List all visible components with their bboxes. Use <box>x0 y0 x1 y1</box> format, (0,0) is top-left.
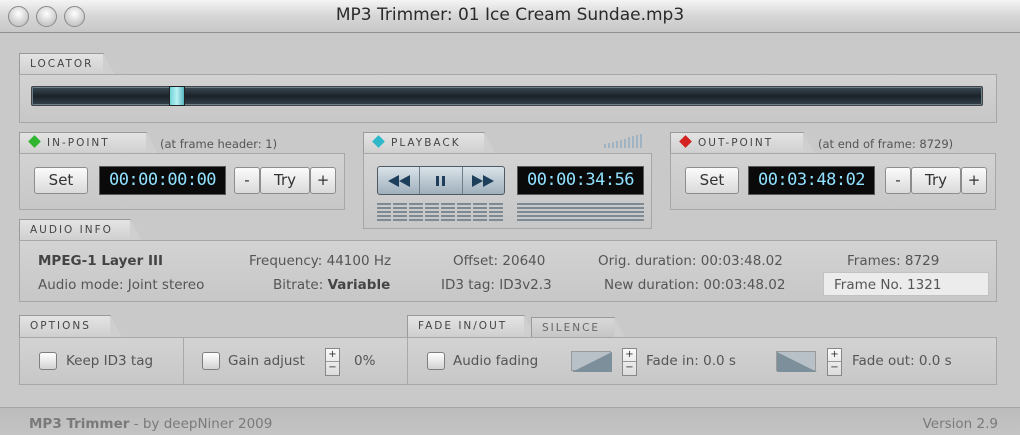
playback-time-display: 00:00:34:56 <box>517 166 644 195</box>
offset: Offset: 20640 <box>453 253 546 269</box>
id3-tag: ID3 tag: ID3v2.3 <box>441 277 552 293</box>
bitrate-value: Variable <box>327 277 391 293</box>
playback-panel: 00:00:34:56 <box>363 153 652 229</box>
transport-controls <box>377 166 505 195</box>
tab-locator: LOCATOR <box>19 53 116 75</box>
audio-format: MPEG-1 Layer III <box>38 253 164 269</box>
playback-tab-label: PLAYBACK <box>391 137 461 149</box>
fade-in-label: Fade in: 0.0 s <box>646 353 736 369</box>
footer-version: Version 2.9 <box>922 416 998 432</box>
tab-options: OPTIONS <box>19 315 122 337</box>
options-panel: Keep ID3 tag Gain adjust + − 0% Audio fad… <box>19 337 997 385</box>
audio-mode: Audio mode: Joint stereo <box>38 277 205 293</box>
out-point-note: (at end of frame: 8729) <box>818 137 954 151</box>
in-point-tab-label: IN-POINT <box>47 137 110 149</box>
tab-fade-in-out[interactable]: FADE IN/OUT <box>407 315 536 337</box>
locator-panel <box>19 74 997 123</box>
gain-stepper[interactable]: + − <box>325 348 340 376</box>
fade-in-stepper[interactable]: + − <box>622 348 637 376</box>
footer-by: - by deepNiner 2009 <box>133 416 273 432</box>
fade-in-ramp-icon <box>571 351 612 372</box>
out-point-set-button[interactable]: Set <box>685 167 739 194</box>
new-duration: New duration: 00:03:48.02 <box>604 277 786 293</box>
keep-id3-label: Keep ID3 tag <box>66 353 154 369</box>
in-point-set-button[interactable]: Set <box>34 167 88 194</box>
tab-out-point: OUT-POINT <box>670 132 815 154</box>
options-divider-1 <box>183 338 184 384</box>
fade-out-ramp-icon <box>776 351 817 372</box>
gain-adjust-label: Gain adjust <box>228 353 305 369</box>
status-footer: MP3 Trimmer - by deepNiner 2009 Version … <box>0 407 1020 435</box>
out-point-tab-label: OUT-POINT <box>698 137 774 149</box>
rewind-button[interactable] <box>378 167 421 194</box>
pause-button[interactable] <box>420 167 463 194</box>
out-point-diamond-icon <box>679 135 692 148</box>
playback-diamond-icon <box>372 135 385 148</box>
out-point-minus-button[interactable]: - <box>885 167 911 194</box>
pause-icon <box>435 175 445 186</box>
in-point-note: (at frame header: 1) <box>160 137 278 151</box>
out-point-plus-button[interactable]: + <box>961 167 987 194</box>
tab-audio-info: AUDIO INFO <box>19 219 142 241</box>
footer-app-name: MP3 Trimmer <box>29 416 130 432</box>
window-title: MP3 Trimmer: 01 Ice Cream Sundae.mp3 <box>335 5 685 25</box>
out-point-panel: Set 00:03:48:02 - Try + <box>670 153 996 210</box>
fade-out-label: Fade out: 0.0 s <box>852 353 952 369</box>
fast-forward-button[interactable] <box>463 167 504 194</box>
fast-forward-icon <box>472 174 495 187</box>
bitrate-label: Bitrate: <box>273 277 324 293</box>
out-point-time-display: 00:03:48:02 <box>748 166 875 195</box>
locator-track[interactable] <box>31 86 983 106</box>
in-point-plus-button[interactable]: + <box>310 167 336 194</box>
audio-fading-checkbox[interactable] <box>427 352 445 370</box>
tab-playback: PLAYBACK <box>363 132 496 154</box>
gain-value: 0% <box>354 353 376 369</box>
bitrate: Bitrate: Variable <box>273 277 390 293</box>
in-point-time-display: 00:00:00:00 <box>99 166 226 195</box>
keep-id3-checkbox[interactable] <box>39 352 57 370</box>
audio-info-panel: MPEG-1 Layer III Audio mode: Joint stere… <box>19 240 997 302</box>
rewind-icon <box>387 174 410 187</box>
volume-bars-icon[interactable] <box>604 133 644 148</box>
in-point-try-button[interactable]: Try <box>260 167 310 194</box>
options-divider-2 <box>407 338 408 384</box>
tab-in-point: IN-POINT <box>19 132 158 154</box>
level-meter-right <box>517 203 644 221</box>
audio-fading-label: Audio fading <box>453 353 539 369</box>
locator-thumb[interactable] <box>169 86 185 106</box>
gain-adjust-checkbox[interactable] <box>202 352 220 370</box>
tab-silence[interactable]: SILENCE <box>531 317 626 339</box>
frame-number-field[interactable]: Frame No. 1321 <box>823 272 989 296</box>
frames-count: Frames: 8729 <box>847 253 940 269</box>
in-point-diamond-icon <box>28 135 41 148</box>
footer-credits: MP3 Trimmer - by deepNiner 2009 <box>29 416 272 432</box>
title-bar: MP3 Trimmer: 01 Ice Cream Sundae.mp3 <box>0 0 1020 33</box>
out-point-try-button[interactable]: Try <box>911 167 961 194</box>
in-point-panel: Set 00:00:00:00 - Try + <box>19 153 345 210</box>
orig-duration: Orig. duration: 00:03:48.02 <box>598 253 783 269</box>
level-meter-left <box>377 203 505 221</box>
fade-out-stepper[interactable]: + − <box>827 348 842 376</box>
frequency: Frequency: 44100 Hz <box>249 253 392 269</box>
in-point-minus-button[interactable]: - <box>234 167 260 194</box>
